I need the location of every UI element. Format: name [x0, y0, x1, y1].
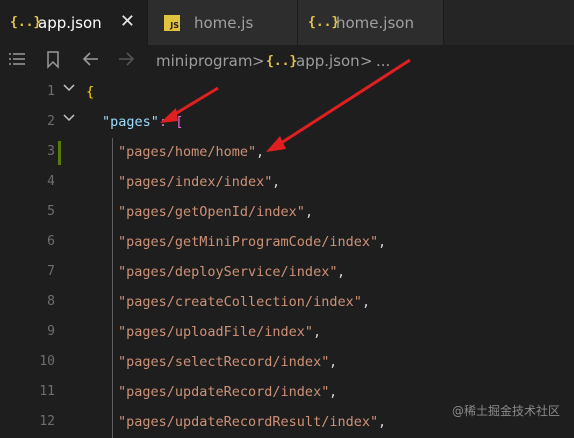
code-line: 4 "pages/index/index",	[0, 168, 574, 198]
code-punctuation: ,	[313, 324, 322, 340]
breadcrumb-bar: miniprogram > {..} app.json > ...	[0, 45, 574, 78]
json-string-value: "pages/updateRecordResult/index"	[118, 414, 379, 430]
tab-label: home.json	[336, 13, 414, 32]
code-line: 8 "pages/createCollection/index",	[0, 288, 574, 318]
json-string-value: "pages/selectRecord/index"	[118, 354, 330, 370]
json-file-icon: {..}	[10, 15, 42, 30]
code-line: 10 "pages/selectRecord/index",	[0, 348, 574, 378]
line-number: 1	[47, 84, 55, 99]
close-icon[interactable]: ✕	[120, 11, 135, 32]
line-number: 9	[47, 324, 55, 339]
chevron-down-icon[interactable]	[62, 111, 76, 129]
breadcrumb-separator: >	[360, 52, 373, 70]
json-string-value: "pages/uploadFile/index"	[118, 324, 314, 340]
tab-home-json[interactable]: {..} home.json	[298, 0, 444, 45]
line-number: 5	[47, 204, 55, 219]
back-arrow-icon[interactable]	[82, 51, 100, 72]
code-line: 2 "pages" : [	[0, 108, 574, 138]
breadcrumb-file[interactable]: app.json	[296, 52, 360, 70]
chevron-down-icon[interactable]	[62, 81, 76, 99]
tab-app-json[interactable]: {..} app.json ✕	[0, 0, 148, 45]
code-line: 3 "pages/home/home",	[0, 138, 574, 168]
line-number: 2	[47, 114, 55, 129]
json-file-icon: {..}	[308, 15, 340, 30]
code-editor[interactable]: 1 { 2 "pages" : [ 3 "pages/home/home", 4 "p…	[0, 78, 574, 438]
code-punctuation: ,	[337, 264, 346, 280]
breadcrumb-more[interactable]: ...	[376, 52, 390, 70]
code-line: 6 "pages/getMiniProgramCode/index",	[0, 228, 574, 258]
code-punctuation: : [	[159, 114, 184, 130]
line-number: 10	[39, 354, 55, 369]
json-string-value: "pages/updateRecord/index"	[118, 384, 330, 400]
line-number: 8	[47, 294, 55, 309]
tab-home-js[interactable]: JS home.js	[148, 0, 298, 45]
forward-arrow-icon[interactable]	[117, 51, 135, 72]
line-number: 12	[39, 414, 55, 429]
line-number: 7	[47, 264, 55, 279]
line-number: 3	[47, 144, 55, 159]
code-punctuation: ,	[305, 204, 314, 220]
line-number: 4	[47, 174, 55, 189]
json-string-value: "pages/home/home"	[118, 144, 257, 160]
code-line: 9 "pages/uploadFile/index",	[0, 318, 574, 348]
code-punctuation: ,	[272, 174, 281, 190]
json-string-value: "pages/getOpenId/index"	[118, 204, 305, 220]
bookmark-icon[interactable]	[46, 51, 60, 74]
code-punctuation: ,	[329, 384, 338, 400]
code-text: {	[86, 84, 95, 100]
code-line: 5 "pages/getOpenId/index",	[0, 198, 574, 228]
list-icon[interactable]	[8, 51, 26, 72]
code-punctuation: ,	[256, 144, 265, 160]
tab-label: app.json	[38, 13, 102, 32]
code-punctuation: ,	[378, 414, 387, 430]
code-punctuation: ,	[378, 234, 387, 250]
editor-tab-bar: {..} app.json ✕ JS home.js {..} home.jso…	[0, 0, 574, 45]
line-number: 6	[47, 234, 55, 249]
breadcrumb-separator: >	[252, 52, 265, 70]
json-string-value: "pages/deployService/index"	[118, 264, 338, 280]
watermark: @稀土掘金技术社区	[451, 404, 560, 418]
code-punctuation: ,	[329, 354, 338, 370]
json-string-value: "pages/createCollection/index"	[118, 294, 362, 310]
js-file-icon: JS	[164, 14, 180, 31]
code-punctuation: ,	[362, 294, 371, 310]
tab-label: home.js	[194, 13, 254, 32]
json-file-icon: {..}	[266, 54, 298, 69]
breadcrumb-folder[interactable]: miniprogram	[156, 52, 252, 70]
json-key: "pages"	[102, 114, 159, 130]
code-line: 1 {	[0, 78, 574, 108]
line-number: 11	[39, 384, 55, 399]
json-string-value: "pages/getMiniProgramCode/index"	[118, 234, 379, 250]
json-string-value: "pages/index/index"	[118, 174, 273, 190]
code-line: 7 "pages/deployService/index",	[0, 258, 574, 288]
